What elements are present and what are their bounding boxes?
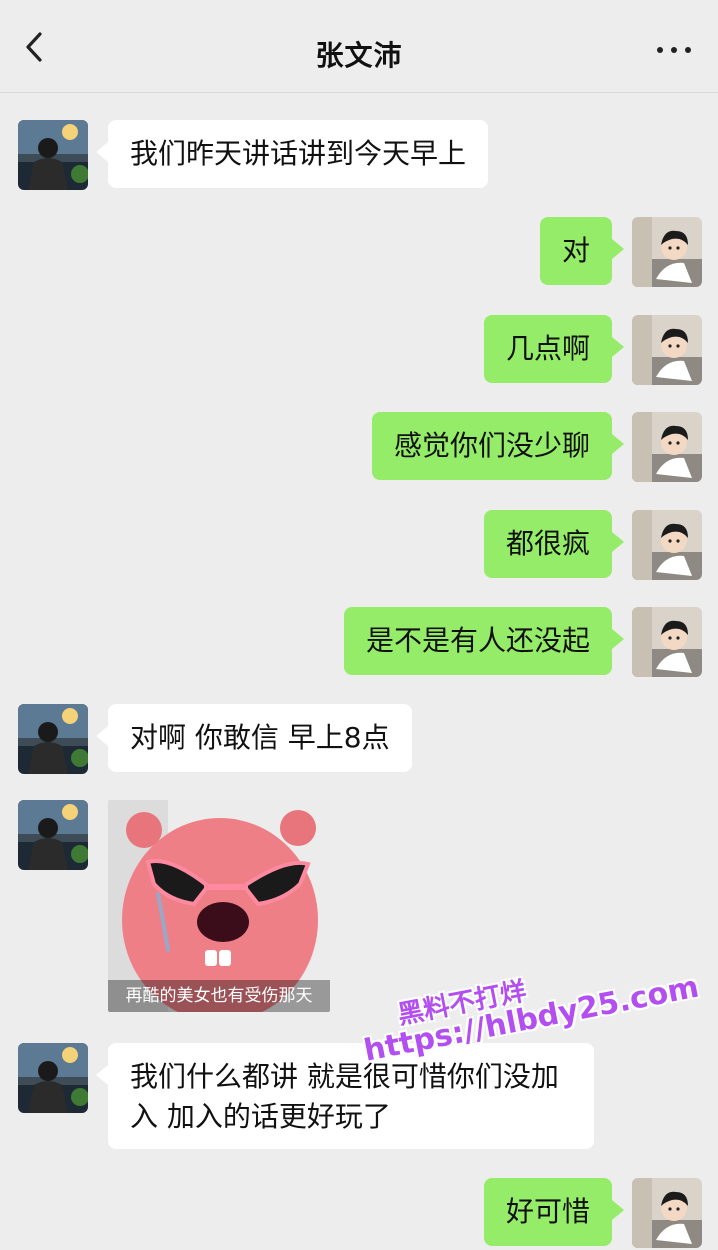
sticker-image[interactable]: 再酷的美女也有受伤那天: [108, 800, 330, 1012]
chat-header: 张文沛: [0, 0, 718, 93]
message-bubble-sent[interactable]: 都很疯: [483, 510, 625, 578]
contact-avatar[interactable]: [18, 704, 88, 774]
more-dots-icon[interactable]: [654, 38, 694, 62]
message-bubble-received[interactable]: 对啊 你敢信 早上8点: [96, 704, 412, 772]
message-bubble-sent[interactable]: 是不是有人还没起: [343, 607, 625, 675]
my-avatar[interactable]: [632, 510, 702, 580]
contact-avatar[interactable]: [18, 800, 88, 870]
my-avatar[interactable]: [632, 1178, 702, 1248]
message-bubble-sent[interactable]: 好可惜: [483, 1178, 625, 1246]
chat-title: 张文沛: [315, 39, 403, 72]
my-avatar[interactable]: [632, 607, 702, 677]
contact-avatar[interactable]: [18, 120, 88, 190]
my-avatar[interactable]: [632, 217, 702, 287]
message-bubble-received[interactable]: 我们昨天讲话讲到今天早上: [95, 120, 489, 188]
message-bubble-sent[interactable]: 几点啊: [483, 315, 625, 383]
contact-avatar[interactable]: [18, 1043, 88, 1113]
my-avatar[interactable]: [632, 315, 702, 385]
message-bubble-sent[interactable]: 感觉你们没少聊: [371, 412, 625, 480]
message-bubble-sent[interactable]: 对: [539, 217, 625, 285]
sticker-caption: 再酷的美女也有受伤那天: [108, 980, 330, 1012]
my-avatar[interactable]: [632, 412, 702, 482]
